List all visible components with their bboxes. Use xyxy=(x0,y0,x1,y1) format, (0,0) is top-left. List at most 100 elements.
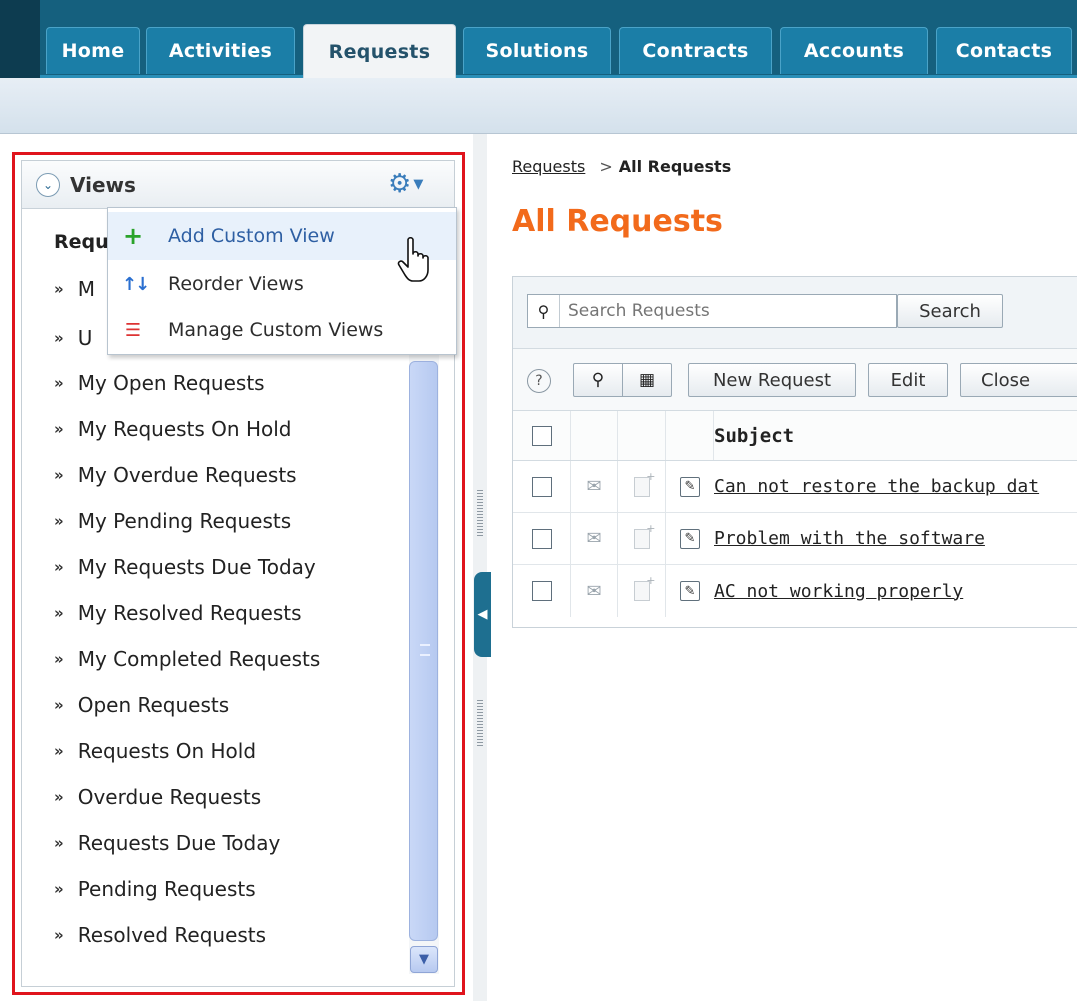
double-chevron-icon: » xyxy=(54,604,64,622)
reorder-icon: ↑↓ xyxy=(122,273,150,295)
table-row: ✉ ✎ AC not working properly xyxy=(513,565,1077,617)
filter-search-button[interactable]: ⚲ xyxy=(573,363,623,397)
view-item[interactable]: » Resolved Requests xyxy=(54,921,266,949)
subject-column-header[interactable]: Subject xyxy=(714,411,1077,460)
hand-cursor-icon xyxy=(397,236,429,282)
edit-icon[interactable]: ✎ xyxy=(680,528,700,549)
new-request-button[interactable]: New Request xyxy=(688,363,856,397)
columns-icon: ▦ xyxy=(638,370,656,390)
breadcrumb-link-requests[interactable]: Requests xyxy=(512,157,585,176)
topbar-edge xyxy=(0,0,40,78)
request-subject-link[interactable]: Problem with the software xyxy=(714,528,985,549)
help-icon[interactable]: ? xyxy=(527,369,551,393)
view-item[interactable]: » My Pending Requests xyxy=(54,507,291,535)
breadcrumb-separator: > xyxy=(599,157,613,176)
view-item[interactable]: » Pending Requests xyxy=(54,875,256,903)
table-row: ✉ ✎ Problem with the software xyxy=(513,513,1077,565)
page-title: All Requests xyxy=(512,204,723,239)
tab-activities[interactable]: Activities xyxy=(146,27,295,74)
views-scrollbar[interactable]: ▼ xyxy=(409,257,439,974)
double-chevron-icon: » xyxy=(54,374,64,392)
collapse-panel-button[interactable]: ◀ xyxy=(474,572,491,657)
double-chevron-icon: » xyxy=(54,558,64,576)
column-chooser-button[interactable]: ▦ xyxy=(622,363,672,397)
panel-splitter[interactable] xyxy=(473,134,487,1001)
caret-down-icon: ▼ xyxy=(413,176,424,192)
breadcrumb: Requests > All Requests xyxy=(512,157,731,176)
double-chevron-icon: » xyxy=(54,420,64,438)
menu-item-label: Reorder Views xyxy=(168,273,304,295)
tab-home[interactable]: Home xyxy=(46,27,140,74)
double-chevron-icon: » xyxy=(54,466,64,484)
view-item[interactable]: » Requests Due Today xyxy=(54,829,280,857)
double-chevron-icon: » xyxy=(54,280,64,298)
table-header: Subject xyxy=(513,411,1077,461)
row-checkbox[interactable] xyxy=(531,581,552,601)
top-navigation: Home Activities Requests Solutions Contr… xyxy=(0,0,1077,78)
grip-icon xyxy=(420,644,430,656)
table-row: ✉ ✎ Can not restore the backup dat xyxy=(513,461,1077,513)
views-title: Views xyxy=(70,173,136,197)
view-item[interactable]: » My Requests Due Today xyxy=(54,553,316,581)
row-checkbox[interactable] xyxy=(531,476,552,497)
double-chevron-icon: » xyxy=(54,926,64,944)
tab-accounts[interactable]: Accounts xyxy=(780,27,928,74)
views-list-heading: Requ xyxy=(54,231,109,253)
mail-icon: ✉ xyxy=(586,476,602,497)
view-item[interactable]: » My Open Requests xyxy=(54,369,265,397)
view-item[interactable]: » My Completed Requests xyxy=(54,645,320,673)
view-item[interactable]: » My Resolved Requests xyxy=(54,599,302,627)
double-chevron-icon: » xyxy=(54,696,64,714)
tab-requests[interactable]: Requests xyxy=(303,24,456,78)
double-chevron-icon: » xyxy=(54,788,64,806)
search-input[interactable] xyxy=(560,301,890,321)
add-note-icon[interactable] xyxy=(633,574,655,601)
view-item[interactable]: » Requests On Hold xyxy=(54,737,256,765)
add-note-icon[interactable] xyxy=(633,470,655,497)
row-checkbox[interactable] xyxy=(531,528,552,549)
close-button[interactable]: Close xyxy=(960,363,1077,397)
menu-item-manage-custom-views[interactable]: ☰ Manage Custom Views xyxy=(108,306,456,354)
edit-icon[interactable]: ✎ xyxy=(680,476,700,497)
request-subject-link[interactable]: Can not restore the backup dat xyxy=(714,476,1039,497)
edit-icon[interactable]: ✎ xyxy=(680,581,700,601)
collapse-views-icon[interactable]: ⌄ xyxy=(36,173,60,197)
view-item[interactable]: » U xyxy=(54,324,92,352)
menu-item-label: Manage Custom Views xyxy=(168,319,384,341)
plus-icon: + xyxy=(122,222,144,250)
edit-button[interactable]: Edit xyxy=(868,363,948,397)
breadcrumb-current: All Requests xyxy=(618,157,732,176)
mail-icon: ✉ xyxy=(586,580,602,602)
scroll-down-button[interactable]: ▼ xyxy=(410,946,438,973)
scrollbar-thumb[interactable] xyxy=(409,361,438,941)
gear-icon: ⚙ xyxy=(388,169,412,199)
splitter-grip-icon xyxy=(477,700,483,748)
view-item[interactable]: » My Overdue Requests xyxy=(54,461,297,489)
mail-icon: ✉ xyxy=(586,528,602,549)
view-item[interactable]: » M xyxy=(54,275,95,303)
view-item[interactable]: » My Requests On Hold xyxy=(54,415,291,443)
tab-contacts[interactable]: Contacts xyxy=(936,27,1072,74)
search-icon: ⚲ xyxy=(591,370,605,390)
search-bar: ⚲ Search xyxy=(513,277,1077,349)
search-button[interactable]: Search xyxy=(897,294,1003,328)
view-item[interactable]: » Open Requests xyxy=(54,691,229,719)
sub-navigation-bar xyxy=(0,78,1077,134)
double-chevron-icon: » xyxy=(54,512,64,530)
double-chevron-icon: » xyxy=(54,834,64,852)
view-item[interactable]: » Overdue Requests xyxy=(54,783,261,811)
search-icon: ⚲ xyxy=(528,295,560,327)
request-subject-link[interactable]: AC not working properly xyxy=(714,581,963,602)
double-chevron-icon: » xyxy=(54,742,64,760)
add-note-icon[interactable] xyxy=(633,522,655,549)
tab-solutions[interactable]: Solutions xyxy=(463,27,611,74)
splitter-grip-icon xyxy=(477,490,483,538)
list-icon: ☰ xyxy=(124,319,142,341)
tab-contracts[interactable]: Contracts xyxy=(619,27,772,74)
search-field[interactable]: ⚲ xyxy=(527,294,897,328)
double-chevron-icon: » xyxy=(54,880,64,898)
views-panel-header: ⌄ Views ⚙ ▼ xyxy=(22,161,454,209)
select-all-checkbox[interactable] xyxy=(531,425,552,446)
views-settings-button[interactable]: ⚙ ▼ xyxy=(388,169,438,199)
double-chevron-icon: » xyxy=(54,650,64,668)
